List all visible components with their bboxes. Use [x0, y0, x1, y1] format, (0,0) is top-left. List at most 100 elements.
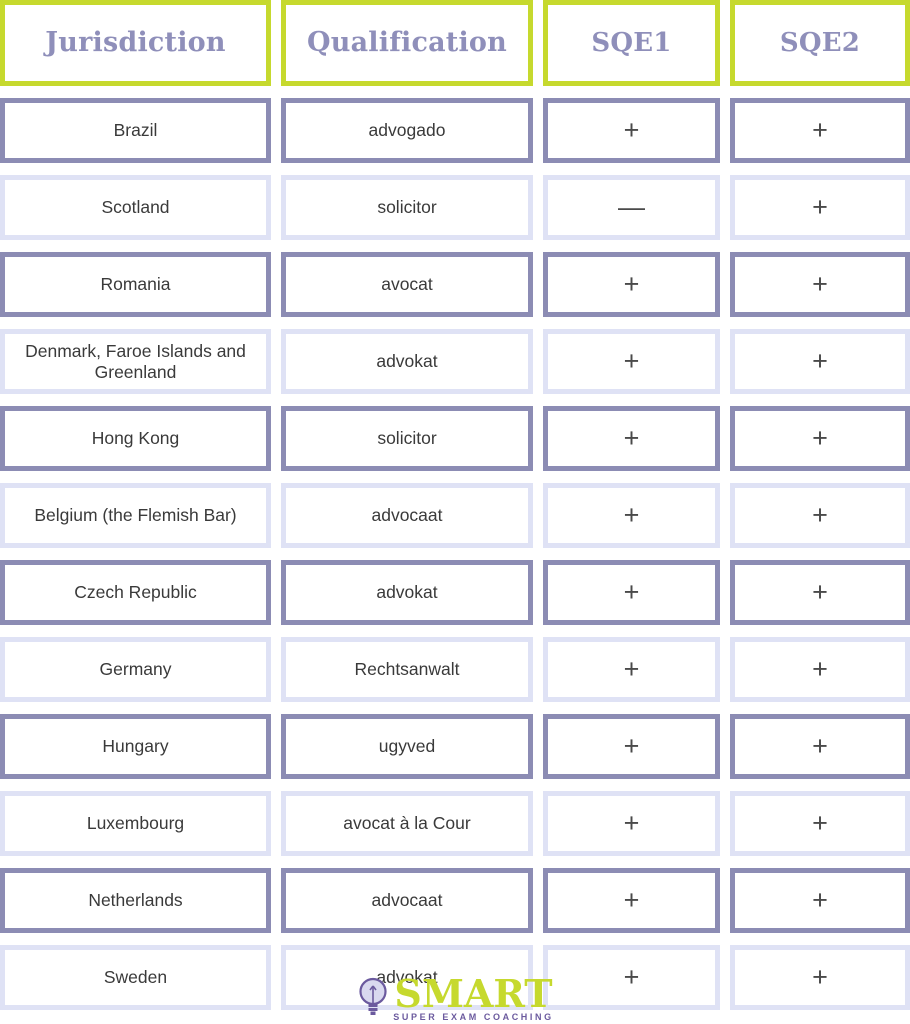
cell-label: Romania: [100, 274, 171, 295]
cell-label: Hungary: [102, 736, 169, 757]
cell-label: solicitor: [377, 428, 437, 449]
availability-mark: +: [812, 731, 828, 761]
cell-label: advogado: [368, 120, 446, 141]
logo-wordmark: SMART: [394, 970, 553, 1016]
table-cell-qualification: advokat: [281, 560, 533, 625]
availability-mark: +: [623, 500, 640, 530]
table-cell-sqe1: +: [543, 560, 720, 625]
table-cell-jurisdiction: Romania: [0, 252, 271, 317]
logo-text: SMART SUPER EXAM COACHING: [393, 970, 554, 1022]
table-cell-qualification: ugyved: [281, 714, 533, 779]
table-cell-qualification: solicitor: [281, 175, 533, 240]
table-row: Netherlands advocaat + +: [0, 868, 910, 933]
table-cell-jurisdiction: Luxembourg: [0, 791, 271, 856]
availability-mark: +: [623, 115, 640, 145]
table-cell-jurisdiction: Denmark, Faroe Islands and Greenland: [0, 329, 271, 394]
lightbulb-icon: [356, 976, 390, 1021]
cell-label: solicitor: [377, 197, 437, 218]
table-cell-qualification: avocat à la Cour: [281, 791, 533, 856]
table-cell-sqe2: +: [730, 329, 910, 394]
table-row: Romania avocat + +: [0, 252, 910, 317]
column-header-jurisdiction: Jurisdiction: [0, 0, 271, 86]
table-cell-jurisdiction: Hungary: [0, 714, 271, 779]
table-cell-sqe1: +: [543, 637, 720, 702]
table-cell-sqe2: +: [730, 868, 910, 933]
table-cell-sqe2: +: [730, 791, 910, 856]
availability-mark: +: [812, 346, 828, 376]
availability-mark: +: [812, 423, 828, 453]
table-cell-sqe1: +: [543, 98, 720, 163]
table-row: Hong Kong solicitor + +: [0, 406, 910, 471]
table-row: Scotland solicitor — +: [0, 175, 910, 240]
table-cell-jurisdiction: Scotland: [0, 175, 271, 240]
logo-tagline: SUPER EXAM COACHING: [393, 1012, 554, 1022]
table-row: Belgium (the Flemish Bar) advocaat + +: [0, 483, 910, 548]
column-header-sqe1: SQE1: [543, 0, 720, 86]
cell-label: advokat: [376, 351, 438, 372]
table-row: Brazil advogado + +: [0, 98, 910, 163]
cell-label: Belgium (the Flemish Bar): [34, 505, 237, 526]
table-cell-sqe2: +: [730, 637, 910, 702]
cell-label: Luxembourg: [86, 813, 185, 834]
table-row: Czech Republic advokat + +: [0, 560, 910, 625]
cell-label: Rechtsanwalt: [354, 659, 460, 680]
table-row: Germany Rechtsanwalt + +: [0, 637, 910, 702]
cell-label: avocat à la Cour: [343, 813, 471, 834]
table-cell-qualification: advokat: [281, 329, 533, 394]
table-cell-qualification: advocaat: [281, 868, 533, 933]
column-header-sqe2: SQE2: [730, 0, 910, 86]
table-cell-jurisdiction: Hong Kong: [0, 406, 271, 471]
cell-label: advocaat: [371, 890, 443, 911]
column-header-qualification: Qualification: [281, 0, 533, 86]
availability-mark: +: [623, 346, 640, 376]
column-header-label: SQE1: [591, 27, 672, 58]
availability-mark: +: [812, 808, 828, 838]
availability-mark: +: [623, 654, 640, 684]
availability-mark: +: [623, 731, 640, 761]
table-cell-qualification: advogado: [281, 98, 533, 163]
table-row: Hungary ugyved + +: [0, 714, 910, 779]
table-cell-sqe1: +: [543, 714, 720, 779]
table-cell-sqe2: +: [730, 98, 910, 163]
table-cell-jurisdiction: Belgium (the Flemish Bar): [0, 483, 271, 548]
availability-mark: +: [812, 115, 828, 145]
table-cell-jurisdiction: Czech Republic: [0, 560, 271, 625]
column-header-label: Qualification: [307, 27, 507, 59]
smart-logo[interactable]: SMART SUPER EXAM COACHING: [0, 970, 910, 1022]
qualification-comparison-table: Jurisdiction Qualification SQE1 SQE2 Bra…: [0, 0, 910, 1010]
availability-mark: +: [812, 192, 828, 222]
table-cell-jurisdiction: Brazil: [0, 98, 271, 163]
cell-label: Scotland: [101, 197, 170, 218]
table-body: Brazil advogado + + Scotland solicitor — + Roman…: [0, 98, 910, 1010]
cell-label: Hong Kong: [91, 428, 180, 449]
table-cell-sqe2: +: [730, 406, 910, 471]
cell-label: Czech Republic: [74, 582, 197, 603]
cell-label: Brazil: [113, 120, 158, 141]
availability-mark: +: [623, 269, 640, 299]
table-cell-sqe2: +: [730, 252, 910, 317]
cell-label: ugyved: [378, 736, 436, 757]
availability-mark: +: [623, 808, 640, 838]
table-cell-sqe1: +: [543, 406, 720, 471]
table-cell-sqe1: +: [543, 252, 720, 317]
table-cell-qualification: advocaat: [281, 483, 533, 548]
table-cell-sqe1: +: [543, 791, 720, 856]
availability-mark: +: [623, 423, 640, 453]
cell-label: Denmark, Faroe Islands and Greenland: [25, 340, 246, 382]
availability-mark: +: [623, 885, 640, 915]
cell-label: Netherlands: [88, 890, 183, 911]
table-cell-sqe1: —: [543, 175, 720, 240]
table-header-row: Jurisdiction Qualification SQE1 SQE2: [0, 0, 910, 86]
table-cell-sqe1: +: [543, 329, 720, 394]
column-header-label: Jurisdiction: [45, 27, 226, 59]
table-cell-sqe2: +: [730, 175, 910, 240]
table-cell-sqe1: +: [543, 483, 720, 548]
table-cell-qualification: avocat: [281, 252, 533, 317]
column-header-label: SQE2: [779, 27, 861, 58]
table-cell-qualification: Rechtsanwalt: [281, 637, 533, 702]
table-cell-sqe1: +: [543, 868, 720, 933]
availability-mark: +: [812, 269, 828, 299]
table-cell-qualification: solicitor: [281, 406, 533, 471]
table-cell-sqe2: +: [730, 714, 910, 779]
availability-mark: —: [618, 192, 645, 222]
